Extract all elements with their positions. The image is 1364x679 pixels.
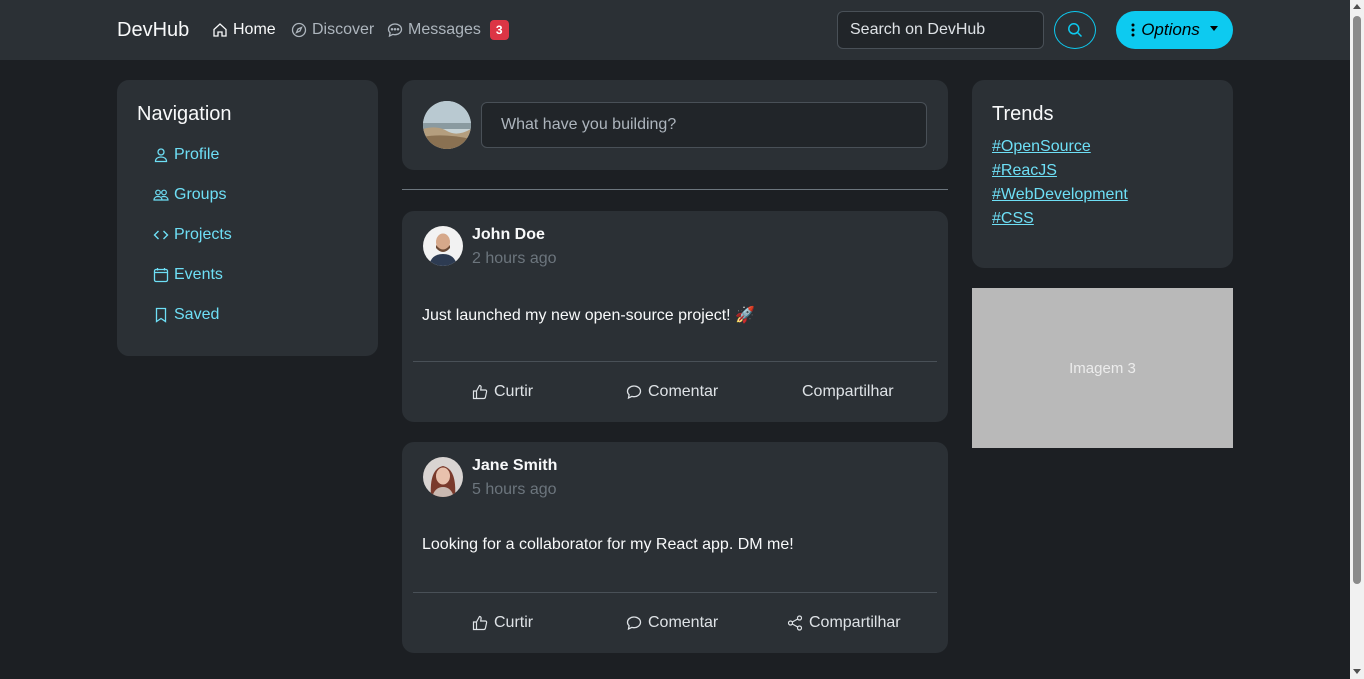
sidebar-item-groups[interactable]: Groups bbox=[153, 186, 226, 204]
chat-icon bbox=[626, 385, 642, 400]
comment-label: Comentar bbox=[648, 614, 719, 631]
post-card: John Doe 2 hours ago Just launched my ne… bbox=[402, 211, 948, 422]
nav-home-label: Home bbox=[233, 21, 276, 38]
bookmark-icon bbox=[155, 307, 167, 323]
share-label: Compartilhar bbox=[809, 614, 901, 631]
post-author[interactable]: John Doe bbox=[472, 226, 545, 244]
sidebar-item-label: Events bbox=[174, 266, 223, 283]
image-placeholder: Imagem 3 bbox=[972, 288, 1233, 448]
share-label: Compartilhar bbox=[802, 383, 894, 400]
post-composer bbox=[402, 80, 948, 170]
trend-link[interactable]: #OpenSource bbox=[992, 138, 1091, 156]
search-input[interactable] bbox=[837, 11, 1044, 49]
share-button[interactable]: Compartilhar bbox=[802, 383, 894, 401]
nav-messages-label: Messages bbox=[408, 21, 481, 38]
calendar-icon bbox=[153, 268, 169, 283]
navigation-card: Navigation Profile Groups Projects Event… bbox=[117, 80, 378, 356]
chat-icon bbox=[626, 616, 642, 631]
scrollbar-thumb[interactable] bbox=[1353, 16, 1361, 584]
sidebar-item-profile[interactable]: Profile bbox=[153, 146, 219, 164]
scroll-down-arrow-icon[interactable] bbox=[1353, 669, 1361, 674]
chat-dots-icon bbox=[387, 23, 403, 38]
like-label: Curtir bbox=[494, 383, 534, 400]
composer-input[interactable] bbox=[481, 102, 927, 148]
caret-down-icon bbox=[1209, 25, 1218, 31]
nav-discover-label: Discover bbox=[312, 21, 375, 38]
sidebar-item-label: Groups bbox=[174, 186, 227, 203]
like-button[interactable]: Curtir bbox=[472, 614, 533, 632]
like-label: Curtir bbox=[494, 614, 534, 631]
post-author[interactable]: Jane Smith bbox=[472, 457, 557, 475]
house-icon bbox=[213, 23, 227, 37]
compass-icon bbox=[291, 22, 307, 38]
kebab-menu-icon bbox=[1131, 23, 1135, 37]
post-separator bbox=[413, 592, 937, 593]
post-text: Looking for a collaborator for my React … bbox=[422, 536, 794, 553]
sidebar-item-label: Projects bbox=[174, 226, 232, 243]
search-button[interactable] bbox=[1054, 11, 1096, 49]
post-time: 5 hours ago bbox=[472, 481, 557, 498]
messages-count-badge: 3 bbox=[489, 20, 509, 40]
navigation-title: Navigation bbox=[137, 103, 232, 125]
options-label: Options bbox=[1141, 20, 1200, 39]
thumbs-up-icon bbox=[472, 384, 488, 400]
search-icon bbox=[1068, 23, 1083, 38]
trends-title: Trends bbox=[992, 103, 1054, 125]
trends-card: Trends #OpenSource #ReacJS #WebDevelopme… bbox=[972, 80, 1233, 268]
sidebar-item-events[interactable]: Events bbox=[153, 266, 223, 284]
comment-button[interactable]: Comentar bbox=[626, 614, 718, 632]
comment-label: Comentar bbox=[648, 383, 719, 400]
scroll-up-arrow-icon[interactable] bbox=[1353, 4, 1361, 9]
author-avatar[interactable] bbox=[423, 226, 463, 266]
options-dropdown-button[interactable]: Options bbox=[1116, 11, 1233, 49]
post-time: 2 hours ago bbox=[472, 250, 557, 267]
like-button[interactable]: Curtir bbox=[472, 383, 533, 401]
code-icon bbox=[153, 230, 169, 240]
page-scrollbar[interactable] bbox=[1350, 0, 1364, 679]
feed-divider bbox=[402, 189, 948, 190]
people-icon bbox=[153, 189, 169, 201]
nav-discover[interactable]: Discover bbox=[291, 21, 374, 39]
trend-link[interactable]: #CSS bbox=[992, 210, 1034, 228]
comment-button[interactable]: Comentar bbox=[626, 383, 718, 401]
trend-link[interactable]: #ReacJS bbox=[992, 162, 1057, 180]
thumbs-up-icon bbox=[472, 615, 488, 631]
post-text: Just launched my new open-source project… bbox=[422, 307, 755, 324]
nav-home[interactable]: Home bbox=[212, 21, 276, 39]
nav-messages[interactable]: Messages 3 bbox=[387, 20, 509, 40]
sidebar-item-label: Profile bbox=[174, 146, 220, 163]
brand-logo[interactable]: DevHub bbox=[117, 19, 189, 42]
share-icon bbox=[787, 615, 803, 631]
trend-link[interactable]: #WebDevelopment bbox=[992, 186, 1128, 204]
post-card: Jane Smith 5 hours ago Looking for a col… bbox=[402, 442, 948, 653]
sidebar-item-saved[interactable]: Saved bbox=[153, 306, 219, 324]
author-avatar[interactable] bbox=[423, 457, 463, 497]
current-user-avatar[interactable] bbox=[423, 101, 471, 149]
image-placeholder-label: Imagem 3 bbox=[1069, 359, 1136, 377]
post-separator bbox=[413, 361, 937, 362]
share-button[interactable]: Compartilhar bbox=[787, 614, 901, 632]
top-navbar: DevHub Home Discover Messages 3 Options bbox=[0, 0, 1350, 60]
sidebar-item-label: Saved bbox=[174, 306, 220, 323]
sidebar-item-projects[interactable]: Projects bbox=[153, 226, 232, 244]
person-icon bbox=[154, 148, 168, 163]
